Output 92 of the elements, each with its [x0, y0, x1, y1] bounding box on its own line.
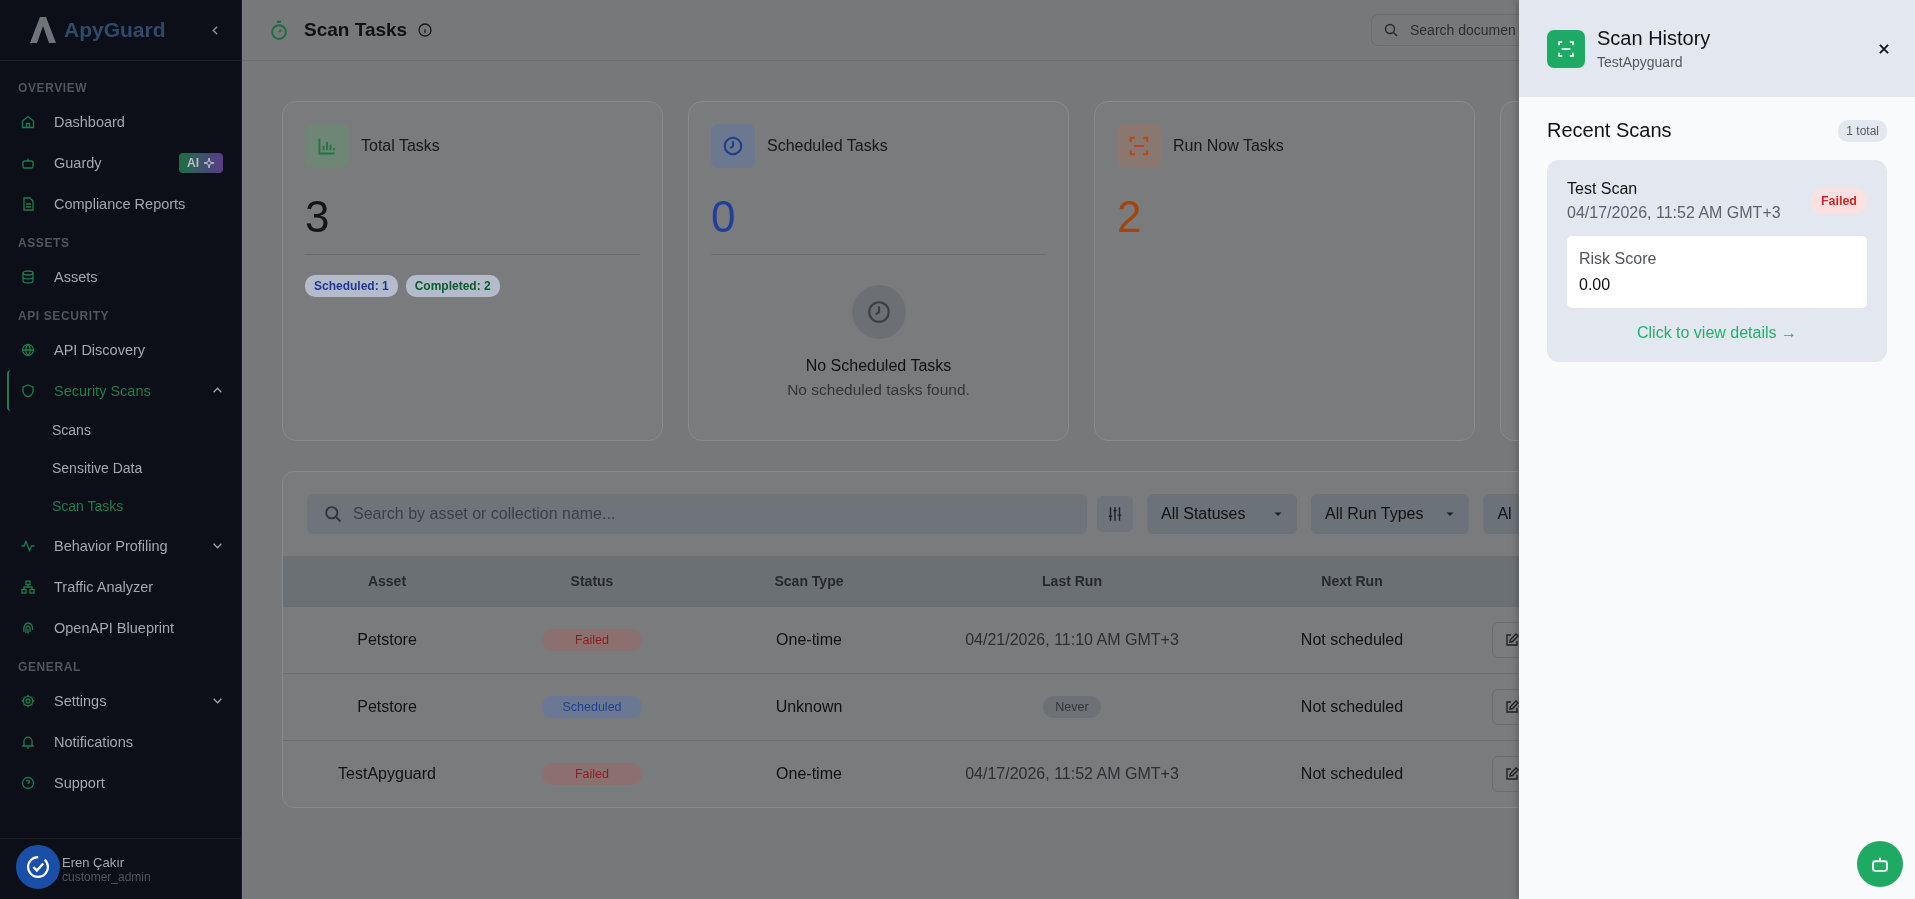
doc-icon: [20, 195, 36, 212]
status-badge: Failed: [542, 763, 642, 785]
scan-card[interactable]: Test Scan 04/17/2026, 11:52 AM GMT+3 Failed Risk Score 0.00 Click to view details →: [1547, 160, 1887, 362]
panel-title: Scan History: [1597, 27, 1712, 50]
dropdown[interactable]: All Statuses: [1147, 494, 1297, 534]
table-cell-text: One-time: [775, 631, 843, 649]
tree-icon: [20, 578, 36, 595]
sidebar-item[interactable]: Guardy AI: [7, 142, 241, 183]
status-badge: Failed: [1810, 188, 1867, 214]
dropdown[interactable]: All Run Types: [1311, 494, 1470, 534]
table-cell-text: Petstore: [356, 631, 418, 649]
risk-value: 0.00: [1579, 276, 1612, 294]
sidebar-item[interactable]: Assets: [7, 256, 241, 297]
table-cell: 04/17/2026, 11:52 AM GMT+3: [965, 765, 1179, 783]
table-cell: 04/21/2026, 11:10 AM GMT+3: [965, 631, 1179, 649]
status-badge: Failed: [542, 629, 642, 651]
user-role: customer_admin: [62, 869, 151, 884]
section-heading: OVERVIEW: [17, 80, 89, 97]
section-heading: ASSETS: [17, 235, 71, 252]
page-title: Scan Tasks: [304, 19, 408, 41]
count-badge: 1 total: [1838, 119, 1887, 142]
card-title: Total Tasks: [361, 137, 440, 155]
shield-icon: [20, 382, 36, 399]
search-icon: [323, 504, 343, 524]
column-header: Next Run: [1320, 573, 1384, 589]
table-cell-text: Unknown: [774, 698, 844, 716]
sidebar-item[interactable]: Settings: [7, 680, 241, 721]
scan-icon: [1547, 29, 1585, 68]
gear-icon: [20, 692, 36, 709]
sliders-icon: [1106, 505, 1124, 523]
section-title: Recent Scans: [1547, 119, 1672, 142]
sidebar-subitem[interactable]: Scan Tasks: [0, 487, 241, 525]
edit-icon: [1504, 766, 1519, 782]
section-heading: GENERAL: [17, 659, 82, 676]
sidebar-item[interactable]: Dashboard: [7, 101, 241, 142]
user-name: Eren Çakır: [62, 854, 126, 870]
count-tag: Completed: 2: [405, 275, 500, 297]
info-icon[interactable]: [417, 22, 434, 38]
empty-text: No scheduled tasks found.: [787, 381, 970, 399]
card-value: 3: [305, 192, 331, 242]
search-icon: [1383, 22, 1399, 38]
table-cell-text: Not scheduled: [1299, 631, 1405, 649]
card-value: 2: [1117, 192, 1143, 242]
column-header: Status: [569, 573, 615, 589]
edit-icon: [1504, 632, 1519, 648]
db-icon: [20, 268, 36, 285]
sidebar-item[interactable]: Compliance Reports: [7, 183, 241, 224]
table-cell-text: One-time: [775, 765, 843, 783]
sidebar-item[interactable]: API Discovery: [7, 329, 241, 370]
finger-icon: [20, 619, 36, 636]
risk-label: Risk Score: [1579, 250, 1658, 268]
sidebar-item[interactable]: Notifications: [7, 721, 241, 762]
clock-icon: [711, 124, 755, 168]
table-cell-text: TestApyguard: [337, 765, 437, 783]
count-tag: Scheduled: 1: [305, 275, 398, 297]
logo-text: ApyGuard: [64, 18, 167, 42]
scan-date: 04/17/2026, 11:52 AM GMT+3: [1567, 204, 1781, 222]
table-cell-text: Not scheduled: [1299, 698, 1405, 716]
section-heading: API SECURITY: [17, 308, 111, 325]
sidebar-subitem[interactable]: Sensitive Data: [0, 449, 241, 487]
sidebar-item[interactable]: Support: [7, 762, 241, 803]
sidebar-item[interactable]: Behavior Profiling: [7, 525, 241, 566]
status-badge: Scheduled: [542, 696, 642, 718]
ai-badge: AI: [179, 152, 223, 173]
dropdown[interactable]: Al: [1483, 494, 1519, 534]
edit-icon: [1504, 699, 1519, 715]
column-header: Asset: [366, 573, 408, 589]
sidebar-item[interactable]: Traffic Analyzer: [7, 566, 241, 607]
table-cell-text: Petstore: [356, 698, 418, 716]
globe-icon: [20, 341, 36, 358]
never-badge: Never: [1043, 696, 1101, 718]
bar-chart-icon: [305, 124, 349, 168]
empty-title: No Scheduled Tasks: [805, 357, 952, 375]
column-header: Last Run: [1041, 573, 1103, 589]
filter-settings-button[interactable]: [1097, 496, 1133, 532]
close-icon[interactable]: [1877, 41, 1891, 56]
assistant-button[interactable]: [1857, 841, 1903, 887]
scan-name: Test Scan: [1567, 180, 1639, 198]
check-badge-icon: [24, 853, 52, 881]
panel-subtitle: TestApyguard: [1597, 54, 1684, 70]
search-field[interactable]: Search documen: [1371, 14, 1519, 46]
home-icon: [20, 113, 36, 130]
card-title: Run Now Tasks: [1173, 137, 1284, 155]
card-title: Scheduled Tasks: [767, 137, 888, 155]
help-icon: [20, 774, 36, 791]
sidebar-item[interactable]: OpenAPI Blueprint: [7, 607, 241, 648]
sidebar-subitem[interactable]: Scans: [0, 411, 241, 449]
stopwatch-icon: [268, 19, 290, 41]
scan-icon: [1117, 124, 1161, 168]
column-header: Scan Type: [773, 573, 845, 589]
table-cell-text: Not scheduled: [1299, 765, 1405, 783]
card-value: 0: [711, 192, 737, 242]
